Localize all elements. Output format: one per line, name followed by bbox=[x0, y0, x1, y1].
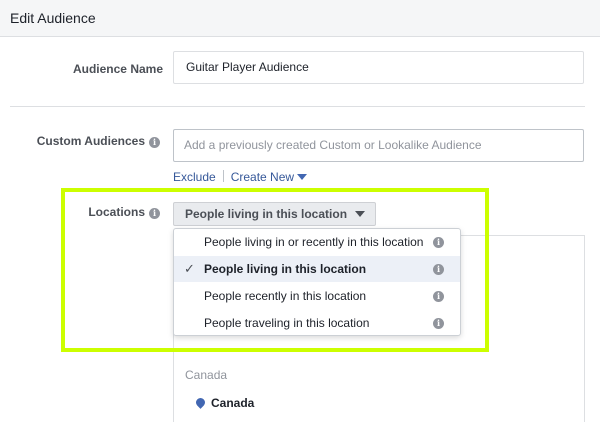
custom-audiences-label-text: Custom Audiences bbox=[36, 134, 145, 148]
caret-down-icon bbox=[297, 174, 308, 180]
create-new-label: Create New bbox=[230, 170, 295, 184]
country-item-label: Canada bbox=[211, 396, 255, 410]
audience-name-value: Guitar Player Audience bbox=[186, 60, 309, 74]
custom-audiences-label: Custom Audiences i bbox=[10, 134, 160, 148]
location-pin-icon bbox=[194, 396, 207, 409]
dialog-title: Edit Audience bbox=[10, 10, 96, 26]
country-item[interactable]: Canada bbox=[194, 396, 255, 410]
country-group-header: Canada bbox=[185, 368, 228, 382]
create-new-link[interactable]: Create New bbox=[230, 170, 308, 184]
highlight-box bbox=[61, 188, 489, 352]
custom-audience-placeholder: Add a previously created Custom or Looka… bbox=[184, 138, 482, 152]
section-divider bbox=[10, 106, 585, 107]
audience-name-label: Audience Name bbox=[40, 62, 163, 76]
custom-audience-search-input[interactable]: Add a previously created Custom or Looka… bbox=[173, 129, 584, 162]
custom-audience-actions: Exclude Create New bbox=[173, 170, 308, 184]
link-separator bbox=[222, 170, 224, 182]
audience-name-label-text: Audience Name bbox=[72, 62, 163, 76]
dialog-header: Edit Audience bbox=[0, 0, 600, 37]
info-icon[interactable]: i bbox=[149, 137, 160, 148]
audience-name-input[interactable]: Guitar Player Audience bbox=[173, 51, 584, 84]
exclude-link[interactable]: Exclude bbox=[173, 170, 216, 184]
